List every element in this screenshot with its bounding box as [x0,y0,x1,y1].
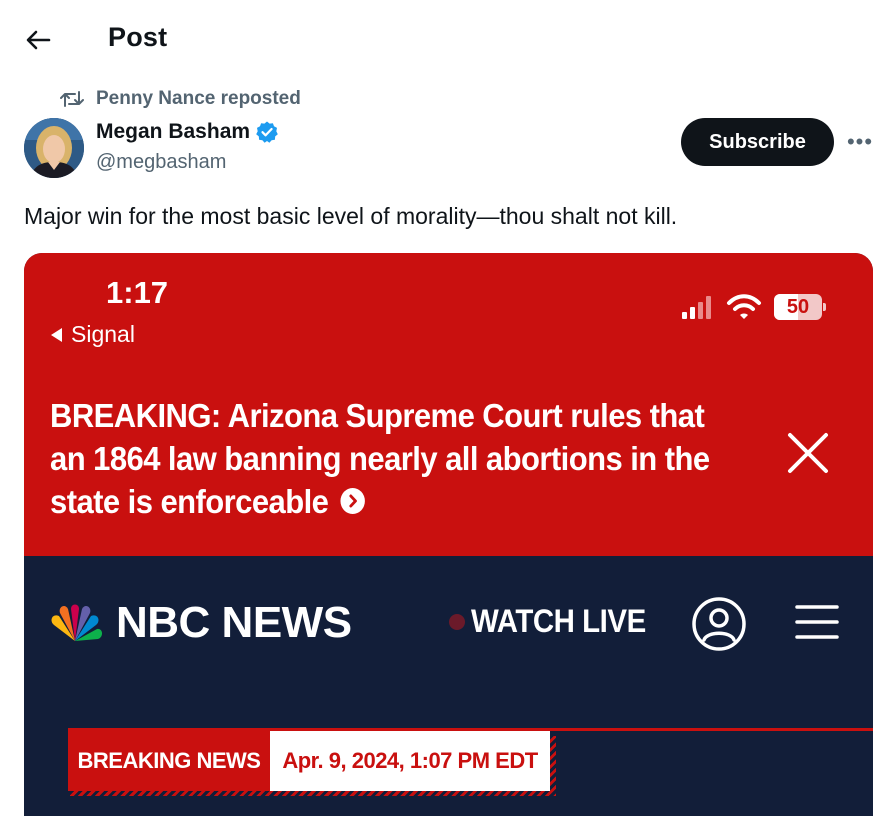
post-text: Major win for the most basic level of mo… [24,203,678,229]
breaking-news-date: Apr. 9, 2024, 1:07 PM EDT [270,731,550,791]
repost-icon [60,91,84,107]
battery-icon: 50 [774,294,826,320]
wifi-icon [727,294,761,319]
post-header: Post [0,0,888,80]
close-icon[interactable] [786,431,830,475]
avatar[interactable] [24,118,84,178]
brand-name: NBC NEWS [116,598,352,647]
post-media-image[interactable]: 1:17 Signal 50 BREAKING: Arizona Supreme… [24,253,873,816]
peacock-logo-icon [51,604,103,641]
breaking-alert-panel: 1:17 Signal 50 BREAKING: Arizona Supreme… [24,253,873,556]
back-arrow-icon [26,30,51,50]
live-dot-icon [449,613,465,630]
more-icon[interactable]: ••• [845,128,875,156]
subscribe-button[interactable]: Subscribe [681,118,834,166]
back-to-app: Signal [51,321,135,348]
back-triangle-icon [51,327,62,342]
status-icons: 50 [680,293,826,321]
breaking-news-banner: BREAKING NEWS Apr. 9, 2024, 1:07 PM EDT [68,731,550,791]
back-button[interactable] [20,22,56,58]
repost-text: Penny Nance reposted [96,88,301,109]
watch-live-button[interactable]: WATCH LIVE [449,603,661,640]
author-name[interactable]: Megan Basham [96,120,279,144]
chevron-right-icon [340,488,365,515]
repost-indicator[interactable]: Penny Nance reposted [60,88,301,110]
author-display-name: Megan Basham [96,120,251,143]
hamburger-menu-icon[interactable] [794,602,840,642]
signal-bars-icon [682,296,711,319]
nbc-news-logo[interactable]: NBC NEWS [46,598,352,648]
verified-badge-icon [256,121,278,143]
back-app-label: Signal [71,321,135,347]
page-title: Post [108,22,168,52]
author-handle[interactable]: @megbasham [96,151,226,174]
breaking-headline-text: BREAKING: Arizona Supreme Court rules th… [50,397,710,520]
breaking-news-label: BREAKING NEWS [68,731,270,791]
breaking-headline[interactable]: BREAKING: Arizona Supreme Court rules th… [50,394,717,523]
status-time: 1:17 [106,275,169,310]
watch-live-label: WATCH LIVE [471,603,646,639]
account-icon[interactable] [691,596,747,652]
battery-level: 50 [786,296,810,318]
